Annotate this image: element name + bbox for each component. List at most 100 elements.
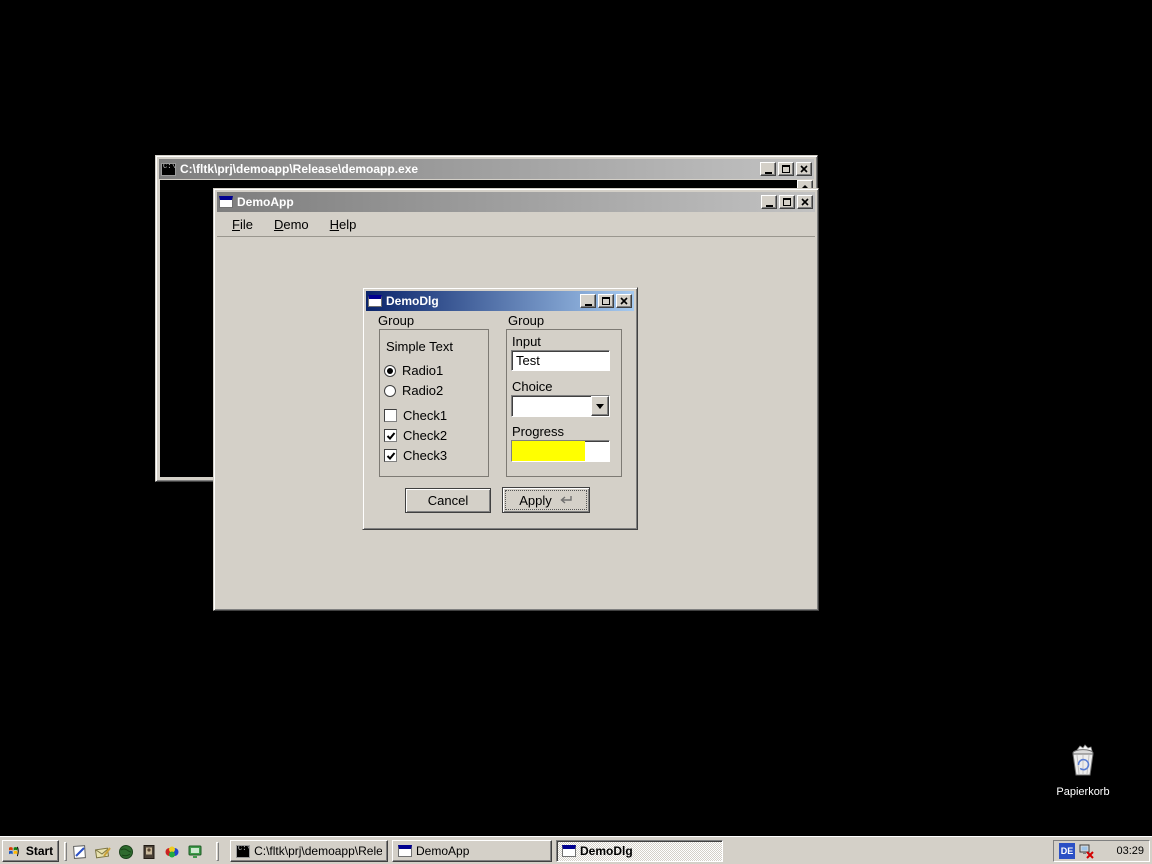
input-label: Input: [512, 334, 541, 349]
maximize-icon: [602, 297, 610, 305]
radio-radio1[interactable]: Radio1: [384, 363, 443, 378]
show-desktop-icon: [72, 844, 88, 860]
quicklaunch-terminal-button[interactable]: [185, 842, 205, 861]
check3-indicator: [384, 449, 397, 462]
cancel-button-label: Cancel: [428, 493, 468, 508]
radio-radio2[interactable]: Radio2: [384, 383, 443, 398]
progress-label: Progress: [512, 424, 564, 439]
media-icon: [164, 844, 180, 860]
console-title: C:\fltk\prj\demoapp\Release\demoapp.exe: [180, 162, 758, 176]
check1-label: Check1: [403, 408, 447, 423]
check-icon: [386, 431, 396, 441]
console-maximize-button[interactable]: [778, 162, 794, 176]
radio1-indicator: [384, 365, 396, 377]
check2-label: Check2: [403, 428, 447, 443]
console-minimize-button[interactable]: [760, 162, 776, 176]
taskbar-clock[interactable]: 03:29: [1116, 845, 1144, 857]
quicklaunch-media-button[interactable]: [162, 842, 182, 861]
left-group-label: Group: [378, 313, 414, 328]
window-icon: [562, 845, 576, 857]
task-label: DemoDlg: [580, 844, 633, 858]
recycle-bin-desktop-icon[interactable]: Papierkorb: [1047, 744, 1119, 798]
windows-logo-icon: [8, 845, 23, 858]
close-icon: [800, 165, 808, 173]
recycle-bin-icon: [1066, 744, 1100, 778]
quicklaunch-show-desktop-button[interactable]: [70, 842, 90, 861]
toolbar-grip[interactable]: [216, 842, 219, 861]
menu-file[interactable]: File: [225, 214, 260, 235]
progress-fill: [512, 441, 585, 461]
choice-dropdown-button[interactable]: [591, 396, 609, 416]
demodlg-title: DemoDlg: [386, 294, 578, 308]
menu-demo[interactable]: Demo: [267, 214, 316, 235]
demoapp-window-icon: [219, 196, 233, 208]
demodlg-window[interactable]: DemoDlg Group Simple Text Radio1 Radio2: [362, 287, 638, 530]
close-icon: [620, 297, 628, 305]
right-group-label: Group: [508, 313, 544, 328]
apply-button-label: Apply: [519, 493, 552, 508]
minimize-icon: [765, 172, 772, 174]
minimize-icon: [585, 304, 592, 306]
apply-button[interactable]: Apply: [502, 487, 590, 513]
demodlg-maximize-button[interactable]: [598, 294, 614, 308]
demodlg-titlebar[interactable]: DemoDlg: [366, 291, 634, 311]
check2-indicator: [384, 429, 397, 442]
quicklaunch-mail-button[interactable]: [93, 842, 113, 861]
start-button-label: Start: [26, 844, 53, 858]
maximize-icon: [782, 165, 790, 173]
check3-label: Check3: [403, 448, 447, 463]
language-indicator[interactable]: DE: [1059, 843, 1075, 859]
taskbar-button-demodlg[interactable]: DemoDlg: [556, 840, 723, 862]
taskbar-button-demoapp[interactable]: DemoApp: [392, 840, 552, 862]
close-icon: [801, 198, 809, 206]
demoapp-maximize-button[interactable]: [779, 195, 795, 209]
choice-label: Choice: [512, 379, 552, 394]
taskbar-button-console[interactable]: C:\ C:\fltk\prj\demoapp\Rele...: [230, 840, 388, 862]
start-button[interactable]: Start: [2, 840, 59, 862]
mail-icon: [95, 844, 111, 860]
taskbar: Start: [0, 836, 1152, 864]
menu-help[interactable]: Help: [323, 214, 364, 235]
console-icon: C:\: [161, 163, 176, 176]
cancel-button[interactable]: Cancel: [405, 488, 491, 513]
input-field-frame: [511, 350, 610, 371]
task-label: C:\fltk\prj\demoapp\Rele...: [254, 844, 382, 858]
demodlg-window-icon: [368, 295, 382, 307]
globe-icon: [118, 844, 134, 860]
demoapp-minimize-button[interactable]: [761, 195, 777, 209]
checkbox-check3[interactable]: Check3: [384, 448, 447, 463]
demoapp-title: DemoApp: [237, 195, 759, 209]
console-icon: C:\: [236, 845, 250, 858]
demodlg-close-button[interactable]: [616, 294, 632, 308]
demoapp-close-button[interactable]: [797, 195, 813, 209]
choice-selected-value: [512, 396, 591, 416]
minimize-icon: [766, 205, 773, 207]
demoapp-titlebar[interactable]: DemoApp: [217, 192, 815, 212]
demoapp-menubar: File Demo Help: [217, 212, 815, 237]
radio2-indicator: [384, 385, 396, 397]
network-status-icon[interactable]: [1079, 844, 1095, 859]
checkbox-check2[interactable]: Check2: [384, 428, 447, 443]
desktop: C:\ C:\fltk\prj\demoapp\Release\demoapp.…: [0, 0, 1152, 864]
address-book-icon: [141, 844, 157, 860]
checkbox-check1[interactable]: Check1: [384, 408, 447, 423]
choice-dropdown[interactable]: [511, 395, 610, 417]
console-close-button[interactable]: [796, 162, 812, 176]
system-tray: DE 03:29: [1053, 840, 1150, 862]
input-field[interactable]: [512, 351, 609, 370]
demodlg-minimize-button[interactable]: [580, 294, 596, 308]
window-icon: [398, 845, 412, 857]
task-label: DemoApp: [416, 844, 469, 858]
simple-text-label: Simple Text: [386, 339, 453, 354]
chevron-down-icon: [596, 404, 604, 409]
check-icon: [386, 451, 396, 461]
toolbar-grip[interactable]: [64, 842, 67, 861]
quicklaunch-address-book-button[interactable]: [139, 842, 159, 861]
maximize-icon: [783, 198, 791, 206]
terminal-icon: [187, 844, 203, 860]
console-titlebar[interactable]: C:\ C:\fltk\prj\demoapp\Release\demoapp.…: [159, 159, 814, 179]
check1-indicator: [384, 409, 397, 422]
quicklaunch-globe-button[interactable]: [116, 842, 136, 861]
progress-bar: [511, 440, 610, 462]
radio1-label: Radio1: [402, 363, 443, 378]
